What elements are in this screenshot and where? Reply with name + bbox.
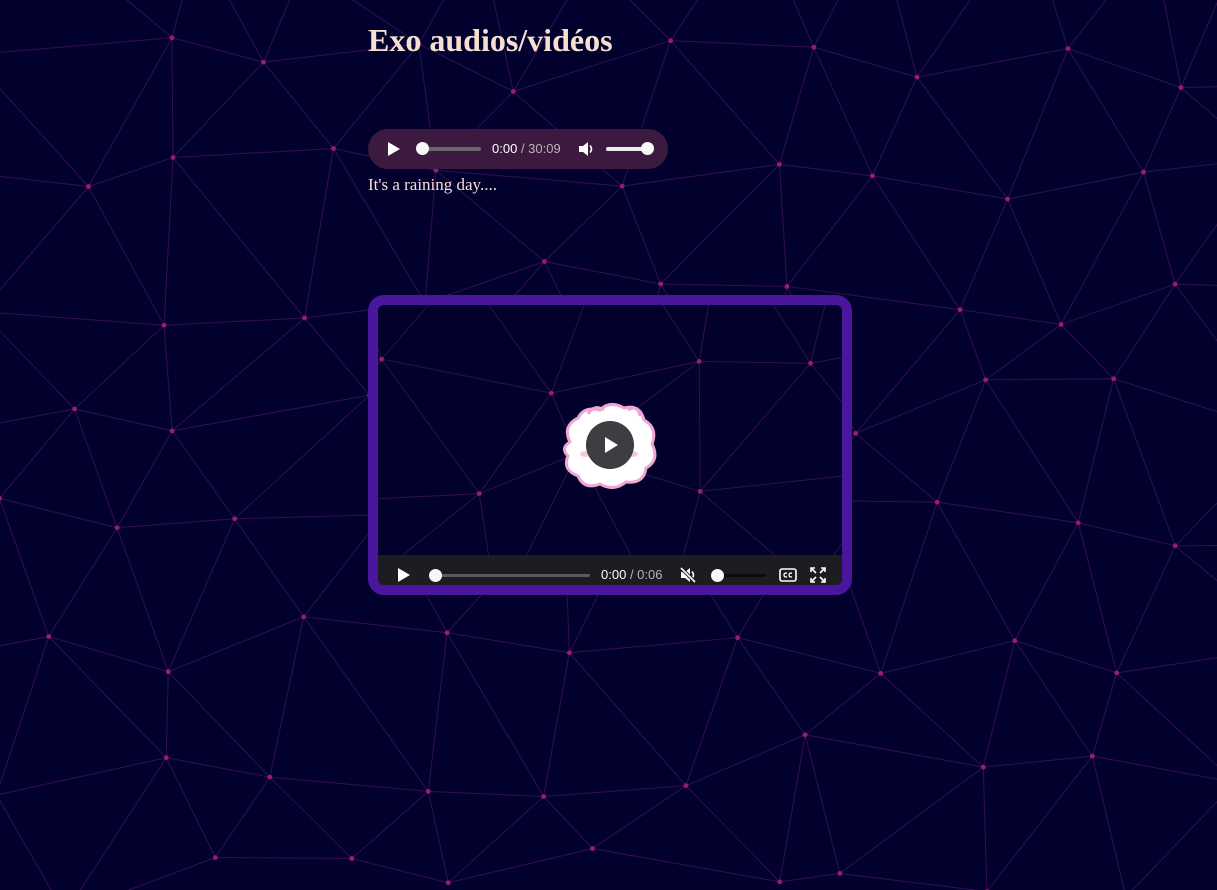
net-line (550, 305, 585, 394)
net-line (698, 305, 710, 362)
net-node (808, 360, 813, 366)
net-line (699, 362, 811, 492)
net-line (381, 358, 552, 394)
audio-current-time: 0:00 (492, 141, 518, 156)
net-line (381, 305, 430, 360)
video-volume-slider[interactable] (711, 569, 766, 582)
video-current-time: 0:00 (601, 567, 627, 582)
video-fullscreen-button[interactable] (810, 567, 826, 583)
net-line (810, 357, 842, 364)
net-line (698, 361, 701, 492)
audio-play-button[interactable] (384, 140, 402, 158)
net-line (699, 360, 811, 364)
audio-volume-button[interactable] (576, 139, 596, 159)
net-line (378, 345, 383, 360)
net-line (662, 305, 700, 362)
video-time-display: 0:00 / 0:06 (601, 567, 662, 582)
audio-time-display: 0:00 / 30:09 (492, 141, 561, 156)
video-mute-button[interactable] (678, 565, 698, 585)
net-node (696, 359, 702, 364)
net-line (810, 362, 842, 403)
audio-volume-thumb[interactable] (641, 142, 654, 155)
page-title: Exo audios/vidéos (368, 22, 613, 58)
speaker-volume-icon (579, 142, 593, 156)
video-player[interactable]: 0:00 / 0:06 (368, 295, 852, 595)
play-icon (398, 568, 410, 582)
video-captions-button[interactable] (779, 568, 797, 582)
net-line (551, 360, 700, 394)
audio-seek-bar[interactable] (416, 142, 481, 155)
audio-volume-slider[interactable] (606, 142, 654, 155)
muted-speaker-icon (679, 566, 697, 584)
net-line (378, 493, 480, 500)
net-node (379, 356, 385, 362)
net-node (476, 491, 482, 496)
video-seek-thumb[interactable] (429, 569, 442, 582)
video-seek-bar[interactable] (429, 569, 590, 582)
net-line (700, 475, 842, 492)
net-line (378, 358, 383, 365)
audio-volume-fill (606, 147, 646, 151)
audio-player[interactable]: 0:00 / 30:09 (368, 129, 668, 169)
net-line (772, 305, 812, 364)
video-big-play-button[interactable] (586, 421, 634, 469)
video-play-button[interactable] (394, 566, 412, 584)
net-node (697, 488, 703, 494)
net-line (381, 358, 480, 494)
video-duration: / 0:06 (629, 567, 663, 582)
net-node (548, 390, 554, 396)
video-controls-bar: 0:00 / 0:06 (378, 555, 842, 585)
audio-caption: It's a raining day.... (368, 175, 497, 194)
fullscreen-icon (810, 567, 826, 583)
net-line (810, 305, 826, 364)
net-line (488, 305, 552, 394)
captions-icon (779, 568, 797, 582)
audio-seek-thumb[interactable] (416, 142, 429, 155)
play-icon (388, 142, 400, 156)
video-volume-thumb[interactable] (711, 569, 724, 582)
audio-duration: / 30:09 (520, 141, 561, 156)
